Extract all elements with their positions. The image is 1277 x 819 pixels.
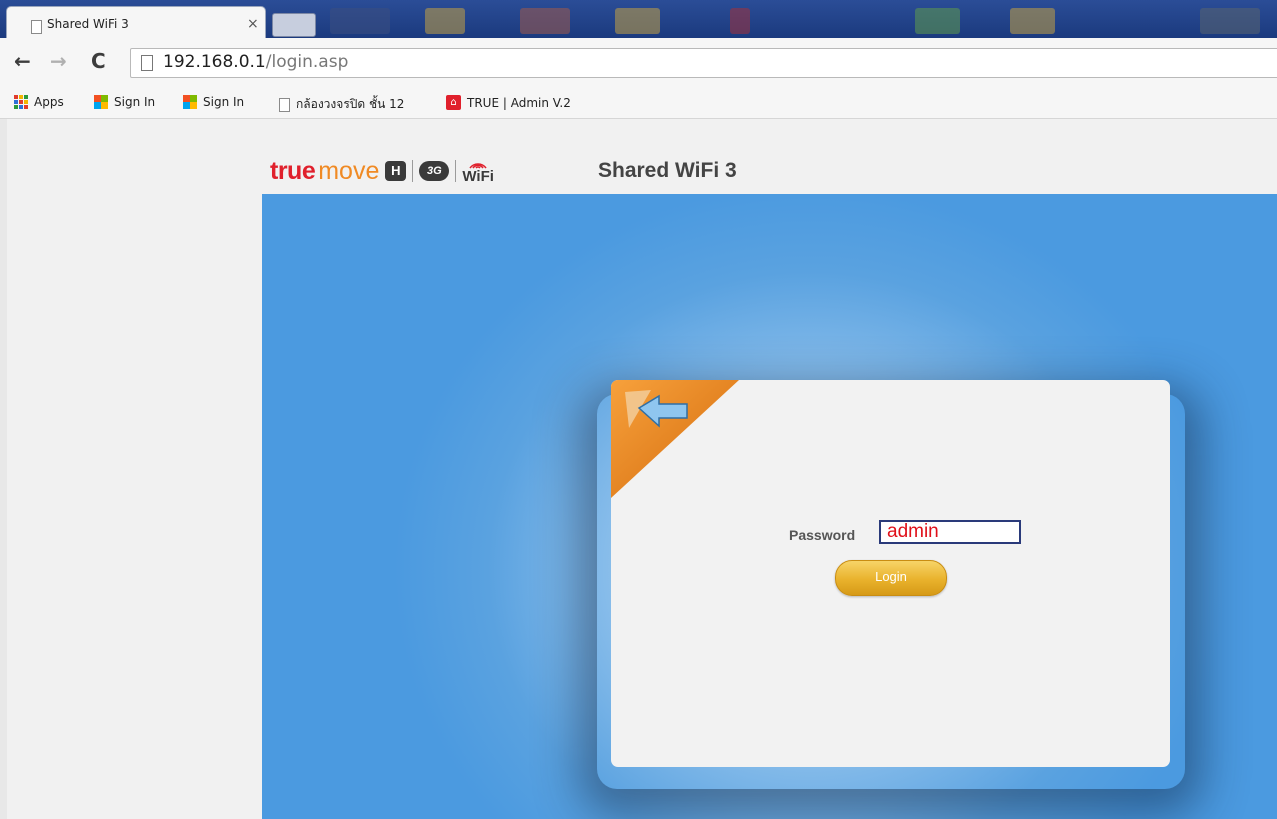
logo-divider <box>455 160 457 182</box>
login-arrow-corner-icon <box>611 380 739 498</box>
page-icon <box>141 55 153 71</box>
desktop-background-shape <box>730 8 750 34</box>
desktop-background-shape <box>915 8 960 34</box>
logo-h-badge: H <box>385 161 407 181</box>
url-path: /login.asp <box>265 52 349 72</box>
bookmark-label: TRUE | Admin V.2 <box>467 95 571 110</box>
bookmark-label: กล้องวงจรปิด ชั้น 12 <box>296 97 405 111</box>
logo-divider <box>412 160 414 182</box>
desktop-background-shape <box>615 8 660 34</box>
logo-true-text: true <box>270 156 316 185</box>
tab-title: Shared WiFi 3 <box>47 17 129 31</box>
windows-logo-icon <box>94 95 108 109</box>
login-stage-background: Password Login <box>262 194 1277 819</box>
truemove-logo: true move H 3G WiFi <box>270 153 494 189</box>
reload-icon[interactable]: C <box>91 49 106 73</box>
bookmark-cctv[interactable]: กล้องวงจรปิด ชั้น 12 <box>279 95 404 114</box>
logo-3g-badge: 3G <box>419 161 450 181</box>
login-card: Password Login <box>611 380 1170 767</box>
windows-logo-icon <box>183 95 197 109</box>
page-content: true move H 3G WiFi Shared WiFi 3 Passwo… <box>0 119 1277 819</box>
page-icon <box>31 20 42 34</box>
page-icon <box>279 97 290 112</box>
new-tab-button[interactable] <box>272 13 316 37</box>
bookmark-label: Sign In <box>203 95 245 109</box>
url-host: 192.168.0.1 <box>163 52 266 72</box>
browser-tab-active[interactable]: Shared WiFi 3 × <box>6 6 266 38</box>
password-label: Password <box>789 527 856 543</box>
logo-move-text: move <box>318 156 380 185</box>
bookmark-true-admin[interactable]: ⌂ TRUE | Admin V.2 <box>446 95 571 110</box>
password-input[interactable] <box>879 520 1021 544</box>
login-button[interactable]: Login <box>835 560 947 596</box>
desktop-background-shape <box>1010 8 1055 34</box>
page-left-border <box>0 119 7 819</box>
wifi-icon: WiFi <box>462 159 494 184</box>
bookmarks-bar: Apps Sign In Sign In กล้องวงจรปิด ชั้น 1… <box>0 88 1277 119</box>
bookmark-sign-in-1[interactable]: Sign In <box>94 95 155 109</box>
page-title: Shared WiFi 3 <box>598 159 737 182</box>
url-text[interactable]: 192.168.0.1/login.asp <box>163 52 348 72</box>
desktop-background-shape <box>425 8 465 34</box>
forward-arrow-icon[interactable]: → <box>50 49 67 73</box>
apps-grid-icon <box>14 95 28 109</box>
browser-toolbar: ← → C 192.168.0.1/login.asp <box>0 38 1277 89</box>
bookmark-label: Sign In <box>114 95 156 109</box>
back-arrow-icon[interactable]: ← <box>14 49 31 73</box>
browser-tab-strip: Shared WiFi 3 × <box>0 0 1277 38</box>
bookmark-label: Apps <box>34 95 64 109</box>
wifi-signal-icon <box>469 162 487 169</box>
desktop-background-shape <box>520 8 570 34</box>
true-home-icon: ⌂ <box>446 95 461 110</box>
close-tab-icon[interactable]: × <box>247 16 259 32</box>
desktop-background-shape <box>1200 8 1260 34</box>
bookmark-apps[interactable]: Apps <box>14 95 64 109</box>
desktop-background-shape <box>330 8 390 34</box>
address-bar[interactable]: 192.168.0.1/login.asp <box>130 48 1277 78</box>
bookmark-sign-in-2[interactable]: Sign In <box>183 95 244 109</box>
logo-wifi-text: WiFi <box>462 167 494 185</box>
